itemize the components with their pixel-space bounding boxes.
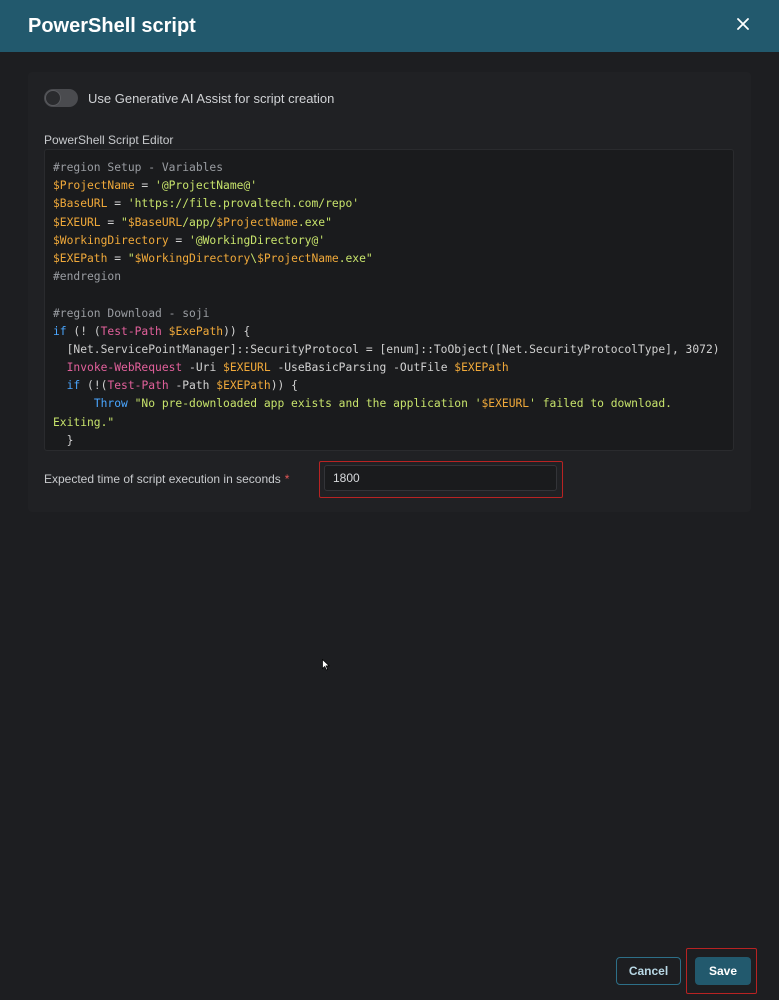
save-button[interactable]: Save — [695, 957, 751, 985]
code-line: Invoke-WebRequest -Uri $EXEURL -UseBasic… — [53, 359, 725, 377]
code-token: /app/ — [182, 215, 217, 229]
code-token: $EXEURL — [53, 215, 101, 229]
required-marker: * — [284, 472, 290, 486]
code-token: )) { — [270, 379, 298, 393]
mouse-pointer-icon — [322, 658, 331, 676]
code-token: [enum] — [379, 342, 421, 356]
code-token: -Path — [168, 379, 217, 393]
code-token: #endregion — [53, 270, 122, 284]
code-token: ::ToObject( — [420, 342, 496, 356]
code-token: = — [107, 251, 128, 265]
code-line: #region Download - soji — [53, 305, 725, 323]
code-token: $ProjectName — [53, 179, 135, 193]
code-token: '@WorkingDirectory@' — [189, 233, 326, 247]
close-button[interactable] — [734, 14, 752, 34]
code-token: -UseBasicParsing -OutFile — [270, 361, 455, 375]
ai-assist-row: Use Generative AI Assist for script crea… — [44, 88, 334, 108]
code-token: = — [107, 197, 128, 211]
close-icon — [737, 18, 749, 30]
ai-assist-toggle[interactable] — [44, 89, 78, 107]
code-token: (!( — [80, 379, 108, 393]
code-line: #region Setup - Variables — [53, 159, 725, 177]
execution-time-label: Expected time of script execution in sec… — [44, 472, 289, 486]
code-token: $EXEURL — [481, 397, 530, 411]
code-token: )) { — [223, 324, 251, 338]
code-token: Test-Path — [107, 379, 169, 393]
code-token: = — [134, 179, 156, 193]
code-token: if — [66, 379, 81, 393]
code-line: $WorkingDirectory = '@WorkingDirectory@' — [53, 232, 725, 250]
code-token: #region Setup - Variables — [53, 161, 224, 174]
code-token: if — [53, 324, 67, 338]
script-editor[interactable]: #region Setup - Variables $ProjectName = … — [44, 149, 734, 451]
ai-assist-label: Use Generative AI Assist for script crea… — [88, 90, 335, 106]
code-token: $BaseURL — [53, 197, 108, 211]
code-token: $BaseURL — [127, 215, 183, 229]
code-line: Exiting." — [53, 414, 725, 432]
code-line: [Net.ServicePointManager]::SecurityProto… — [53, 341, 725, 359]
code-line: if (! (Test-Path $ExePath)) { — [53, 323, 725, 341]
code-token: $WorkingDirectory — [53, 233, 169, 247]
code-token: ' failed to download. — [529, 397, 672, 411]
code-token: '@ProjectName@' — [155, 179, 258, 193]
code-line: Throw "No pre-downloaded app exists and … — [53, 395, 725, 413]
code-line: $EXEPath = "$WorkingDirectory\$ProjectNa… — [53, 250, 725, 268]
code-line: if (!(Test-Path -Path $EXEPath)) { — [53, 377, 725, 395]
code-token: Invoke-WebRequest — [66, 361, 183, 375]
code-token: 'https://file.provaltech.com/repo' — [127, 197, 360, 211]
code-token: (! ( — [66, 324, 101, 338]
code-token: $WorkingDirectory — [134, 251, 251, 265]
code-line: $ProjectName = '@ProjectName@' — [53, 177, 725, 195]
code-token: [Net.ServicePointManager] — [53, 342, 237, 356]
code-token: #region Download - soji — [53, 306, 210, 320]
code-line: } — [53, 432, 725, 450]
code-line: #endregion — [53, 268, 725, 286]
code-token: .exe" — [297, 215, 332, 229]
code-token: $EXEPath — [53, 251, 108, 265]
code-token: " — [127, 251, 135, 265]
code-token: $ProjectName — [216, 215, 298, 229]
cancel-button[interactable]: Cancel — [616, 957, 681, 985]
code-token: " — [121, 215, 128, 229]
code-token: = — [100, 215, 122, 229]
code-line: $BaseURL = 'https://file.provaltech.com/… — [53, 195, 725, 213]
code-token: , 3072) — [671, 342, 720, 356]
toggle-knob — [45, 90, 61, 106]
execution-time-input[interactable] — [324, 465, 557, 491]
code-token: -Uri — [182, 361, 224, 375]
code-token: } — [53, 433, 74, 447]
code-token: = — [168, 233, 190, 247]
editor-label: PowerShell Script Editor — [44, 133, 174, 147]
code-token: ::SecurityProtocol = — [236, 342, 380, 356]
execution-time-label-text: Expected time of script execution in sec… — [44, 472, 281, 486]
dialog-header: PowerShell script — [0, 0, 779, 52]
code-token: Test-Path — [100, 324, 162, 338]
code-token: .exe" — [338, 251, 373, 265]
code-token: Exiting." — [53, 415, 115, 429]
dialog-title: PowerShell script — [28, 14, 196, 37]
code-token: [Net.SecurityProtocolType] — [495, 342, 672, 356]
code-token: $ProjectName — [257, 251, 339, 265]
code-token: $EXEPath — [216, 379, 271, 393]
code-token: $ExePath — [168, 324, 224, 338]
code-token: Throw — [93, 397, 128, 411]
code-token: $EXEPath — [454, 361, 509, 375]
code-line: $EXEURL = "$BaseURL/app/$ProjectName.exe… — [53, 214, 725, 232]
code-token: $EXEURL — [223, 361, 271, 375]
code-token: "No pre-downloaded app exists and the ap… — [127, 397, 482, 411]
